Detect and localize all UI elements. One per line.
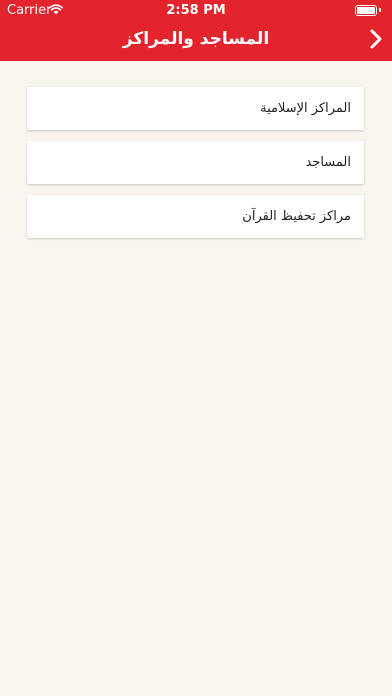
back-button[interactable] bbox=[366, 26, 386, 52]
status-bar: Carrier 2:58 PM bbox=[0, 0, 392, 22]
list-item-label: مراكز تحفيظ القرآن bbox=[242, 209, 351, 224]
list-item-label: المساجد bbox=[305, 155, 351, 170]
battery-cap bbox=[379, 8, 381, 12]
chevron-right-icon bbox=[370, 29, 382, 49]
status-time: 2:58 PM bbox=[166, 3, 226, 18]
list-item-quran-centers[interactable]: مراكز تحفيظ القرآن bbox=[27, 195, 364, 238]
app-header: Carrier 2:58 PM المساجد والمراكز bbox=[0, 0, 392, 61]
list-item-mosques[interactable]: المساجد bbox=[27, 141, 364, 184]
category-list: المراكز الإسلامية المساجد مراكز تحفيظ ال… bbox=[27, 87, 364, 249]
battery-icon bbox=[355, 5, 377, 16]
list-item-islamic-centers[interactable]: المراكز الإسلامية bbox=[27, 87, 364, 130]
page-title: المساجد والمراكز bbox=[122, 29, 270, 49]
list-item-label: المراكز الإسلامية bbox=[260, 101, 351, 116]
